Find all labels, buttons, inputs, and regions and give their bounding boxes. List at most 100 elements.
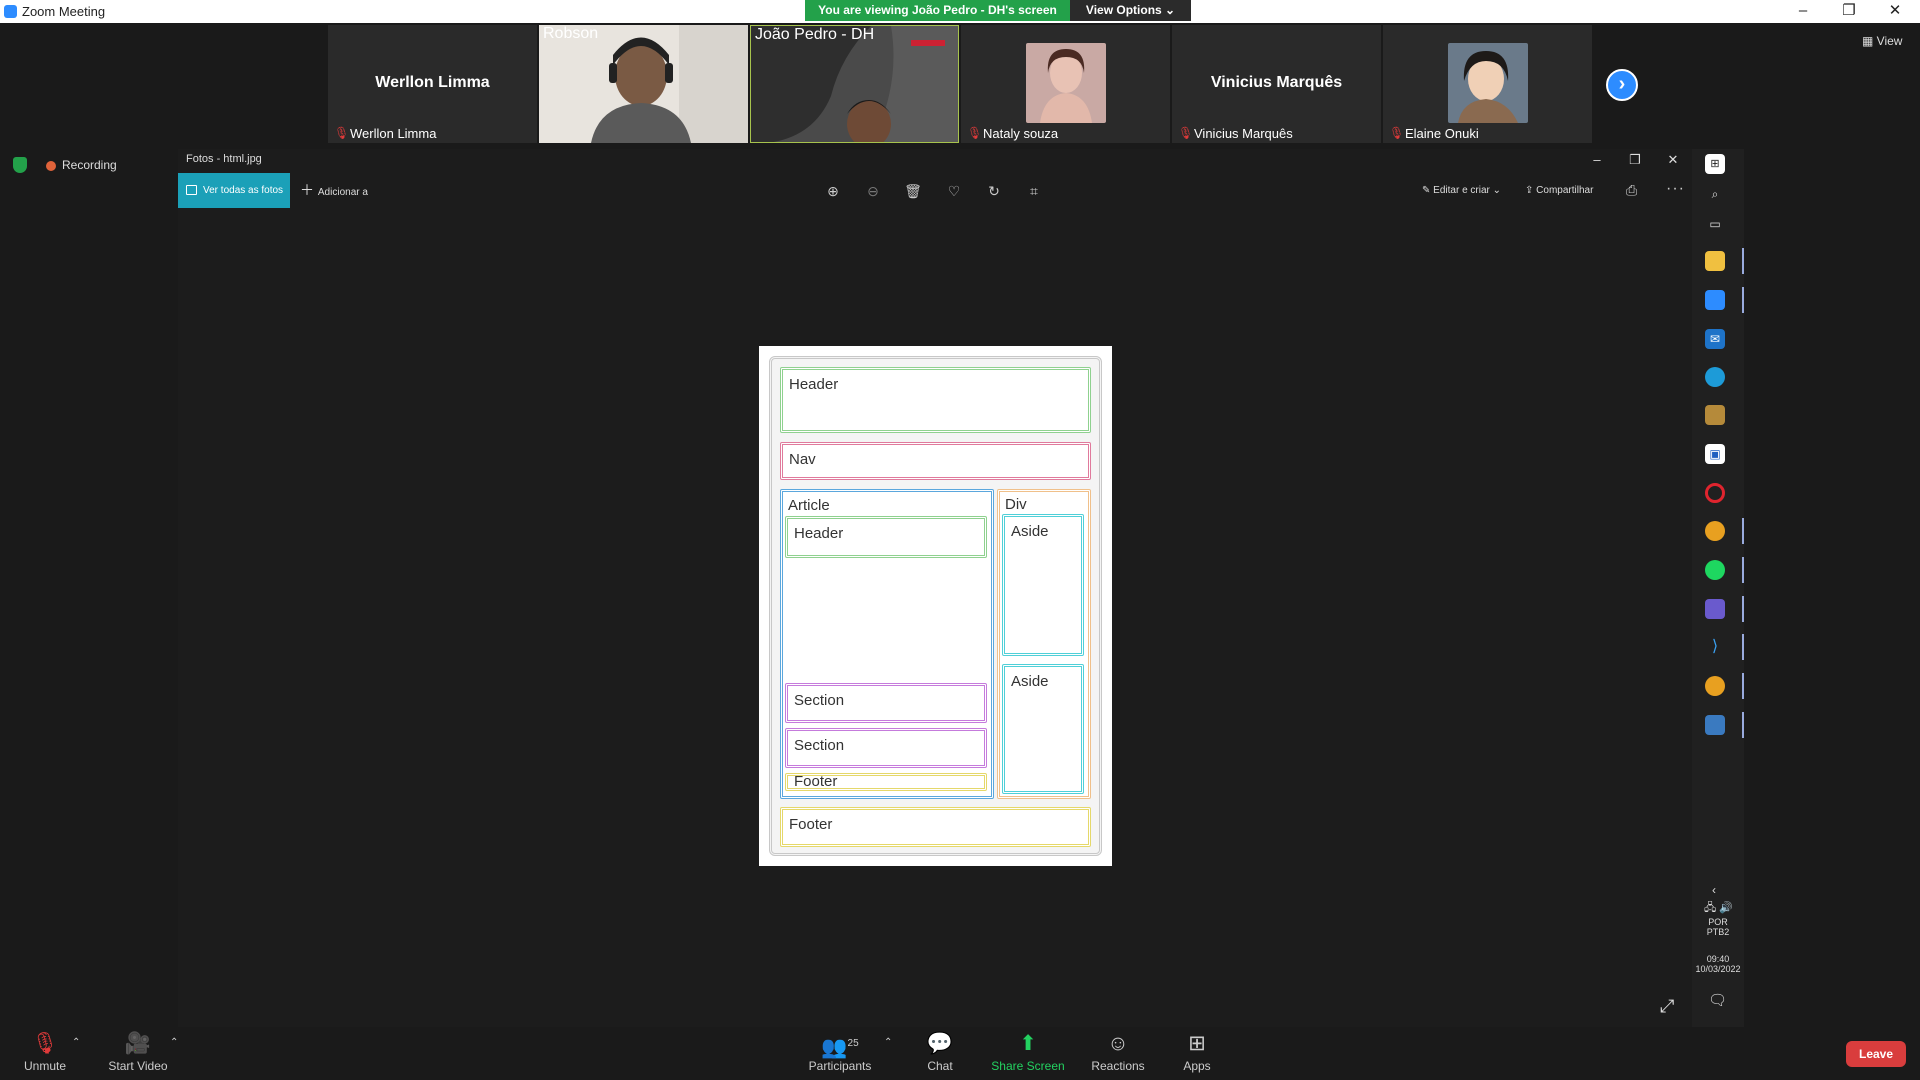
windows-start-icon[interactable]: ⊞ (1705, 154, 1725, 174)
share-screen-icon: ⬆ (1019, 1032, 1037, 1055)
chat-label: Chat (927, 1059, 953, 1073)
participants-button[interactable]: 👥25 Participants (795, 1029, 885, 1073)
diagram-header-box: Header (780, 367, 1091, 433)
window-title: Zoom Meeting (22, 4, 106, 19)
unmute-label: Unmute (23, 1059, 67, 1073)
participant-video[interactable]: Robson (539, 25, 748, 143)
muted-mic-icon: 🎙 (1389, 126, 1405, 140)
participant-name-label: Vinicius Marquês (1194, 126, 1293, 141)
ver-todas-fotos-button[interactable]: Ver todas as fotos (178, 173, 290, 208)
participant-tile[interactable]: 🎙 Elaine Onuki (1383, 25, 1592, 143)
taskbar-open-indicator (1742, 518, 1744, 544)
diagram-outer-frame: Header Nav Article Header Section Sectio… (769, 356, 1102, 856)
taskbar-open-indicator (1742, 673, 1744, 699)
participants-options-chevron-icon[interactable]: ⌃ (884, 1037, 892, 1048)
clock-time: 09:40 (1706, 954, 1730, 964)
clock[interactable]: 09:40 10/03/2022 (1692, 954, 1744, 974)
photos-app-window: Fotos - html.jpg – ❐ ✕ Ver todas as foto… (178, 149, 1692, 1027)
task-view-icon[interactable]: ▭ (1705, 214, 1725, 234)
start-video-label: Start Video (108, 1059, 168, 1073)
network-volume-icon[interactable]: 🖧 🔊 (1704, 899, 1733, 918)
zoom-in-icon[interactable]: ⊕ (824, 182, 842, 200)
ver-todas-label: Ver todas as fotos (203, 185, 284, 196)
photos-app-icon[interactable] (1705, 715, 1725, 735)
delete-icon[interactable]: 🗑 (904, 182, 922, 200)
chat-icon: 💬 (926, 1032, 954, 1055)
print-icon[interactable]: ⎙ (1626, 182, 1637, 199)
diagram-nav-label: Nav (789, 451, 816, 468)
reactions-button[interactable]: ☺ Reactions (1078, 1029, 1158, 1073)
expand-fullscreen-icon[interactable]: ⤢ (1660, 996, 1674, 1017)
participant-display-name: Werllon Limma (375, 74, 490, 91)
shared-windows-taskbar: ⊞ ⌕ ▭ ✉ ▣ ⟩ ‹ 🖧 🔊 POR PTB2 09:40 10/03/2… (1692, 149, 1744, 1027)
audio-options-chevron-icon[interactable]: ⌃ (72, 1037, 80, 1048)
participant-profile-photo (1447, 43, 1528, 123)
close-button[interactable]: ✕ (1872, 0, 1918, 22)
video-options-chevron-icon[interactable]: ⌃ (170, 1037, 178, 1048)
file-explorer-icon[interactable] (1705, 251, 1725, 271)
opera-icon[interactable] (1705, 483, 1725, 503)
diagram-header-label: Header (789, 376, 839, 393)
diagram-footer-label: Footer (789, 816, 833, 833)
video-off-icon: 🎥 (124, 1032, 152, 1055)
chrome-icon[interactable] (1705, 521, 1725, 541)
diagram-aside-label: Aside (1011, 673, 1049, 690)
editar-criar-button[interactable]: ✎ Editar e criar ⌄ (1422, 185, 1501, 196)
photos-minimize-icon[interactable]: – (1578, 149, 1616, 171)
zoom-app-icon[interactable] (1705, 290, 1725, 310)
view-button[interactable]: ▦ View (1862, 34, 1902, 48)
recording-dot-icon (46, 161, 56, 171)
compartilhar-button[interactable]: ⇪ Compartilhar (1525, 185, 1593, 196)
apps-button[interactable]: ⊞ Apps (1157, 1029, 1237, 1073)
maximize-button[interactable]: ❐ (1826, 0, 1872, 22)
photos-close-icon[interactable]: ✕ (1654, 149, 1692, 171)
edge-browser-icon[interactable] (1705, 367, 1725, 387)
more-options-icon[interactable]: ··· (1666, 180, 1685, 198)
clock-date: 10/03/2022 (1695, 964, 1741, 974)
diagram-article-header-label: Header (794, 525, 844, 542)
photos-maximize-icon[interactable]: ❐ (1616, 149, 1654, 171)
favorite-icon[interactable]: ♡ (945, 182, 963, 200)
spotify-icon[interactable] (1705, 560, 1725, 580)
participant-tile[interactable]: Werllon Limma 🎙 Werllon Limma (328, 25, 537, 143)
participant-name-label: Robson (543, 25, 599, 42)
participant-video-active-speaker[interactable]: João Pedro - DH (750, 25, 959, 143)
viewing-screen-banner: You are viewing João Pedro - DH's screen (805, 0, 1070, 21)
chrome-icon[interactable] (1705, 676, 1725, 696)
editar-label: Editar e criar (1433, 185, 1490, 196)
share-screen-button[interactable]: ⬆ Share Screen (988, 1029, 1068, 1073)
security-shield-icon[interactable] (13, 157, 27, 173)
apps-label: Apps (1183, 1059, 1211, 1073)
zoom-out-icon[interactable]: ⊖ (864, 182, 882, 200)
participant-tile[interactable]: 🎙 Nataly souza (961, 25, 1170, 143)
notification-icon[interactable]: 🗨 (1708, 991, 1727, 1009)
store-icon[interactable]: ▣ (1705, 444, 1725, 464)
crop-icon[interactable]: ⌗ (1025, 182, 1043, 200)
view-options-button[interactable]: View Options ⌄ (1070, 0, 1191, 21)
diagram-nav-box: Nav (780, 442, 1091, 480)
next-page-arrow-icon[interactable]: › (1606, 69, 1638, 101)
muted-mic-icon: 🎙 (334, 126, 350, 140)
leave-button[interactable]: Leave (1846, 1041, 1906, 1067)
muted-mic-icon: 🎙 (1178, 126, 1194, 140)
muted-mic-icon: 🎙 (967, 126, 983, 140)
diagram-section-box: Section (785, 728, 987, 768)
minimize-button[interactable]: – (1780, 0, 1826, 22)
search-icon[interactable]: ⌕ (1705, 184, 1725, 204)
taskbar-open-indicator (1742, 557, 1744, 583)
chat-button[interactable]: 💬 Chat (900, 1029, 980, 1073)
adicionar-a-button[interactable]: ＋ Adicionar a (300, 173, 368, 208)
app-grid-icon[interactable] (1705, 599, 1725, 619)
adicionar-label: Adicionar a (317, 187, 368, 198)
chevron-left-icon[interactable]: ‹ (1712, 883, 1716, 897)
unmute-button[interactable]: 🎙 Unmute (5, 1029, 85, 1073)
participant-display-name: Vinicius Marquês (1210, 74, 1343, 91)
language-indicator[interactable]: POR PTB2 (1692, 917, 1744, 937)
diagram-article-label: Article (788, 497, 830, 514)
game-launcher-icon[interactable] (1705, 405, 1725, 425)
start-video-button[interactable]: 🎥 Start Video (98, 1029, 178, 1073)
rotate-icon[interactable]: ↻ (985, 182, 1003, 200)
participant-tile[interactable]: Vinicius Marquês 🎙 Vinicius Marquês (1172, 25, 1381, 143)
mail-icon[interactable]: ✉ (1705, 329, 1725, 349)
vscode-icon[interactable]: ⟩ (1705, 637, 1725, 657)
